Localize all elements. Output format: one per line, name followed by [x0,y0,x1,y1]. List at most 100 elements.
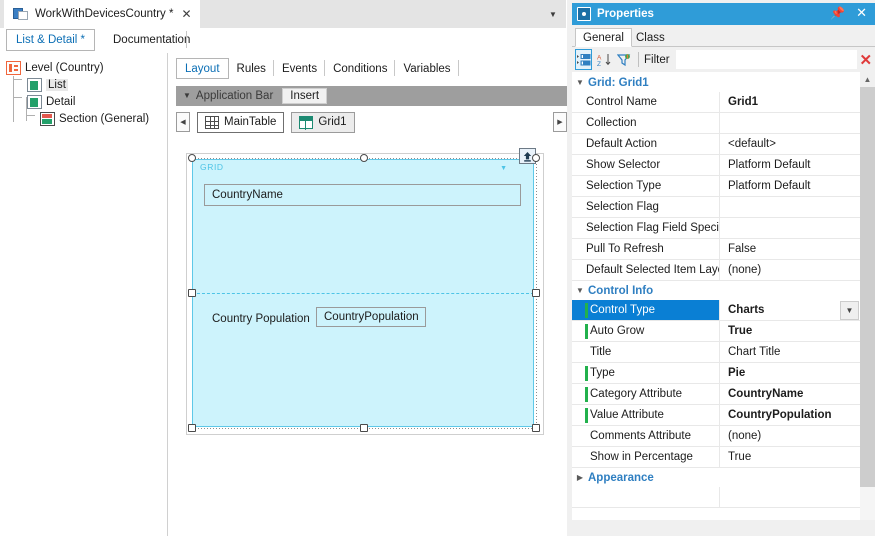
caret-right-icon[interactable]: ▶ [553,112,567,132]
property-name: Type [572,363,720,383]
field-countryname[interactable]: CountryName [204,184,521,206]
property-value[interactable]: Chart Title [720,342,860,362]
tab-variables[interactable]: Variables [395,58,459,79]
layout-editor: Layout Rules Events Conditions Variables… [167,53,567,536]
chevron-down-icon[interactable]: ▼ [572,286,588,295]
breadcrumb-item-maintable[interactable]: MainTable [197,111,285,133]
caret-left-icon[interactable]: ◀ [176,112,190,132]
tree-node-level[interactable]: Level (Country) [6,59,166,76]
resize-handle[interactable] [360,424,368,432]
field-label: CountryPopulation [324,311,419,323]
resize-handle[interactable] [532,154,540,162]
property-value[interactable]: Pie [720,363,860,383]
caret-down-icon[interactable]: ▼ [500,165,507,172]
property-row-control-type[interactable]: Control Type Charts ▼ [572,300,860,321]
property-value[interactable]: True [720,321,860,341]
property-value[interactable]: False [720,239,860,259]
resize-handle[interactable] [360,154,368,162]
tab-label: Rules [236,62,266,75]
tab-label: Events [281,62,318,75]
property-row[interactable]: Control Name Grid1 [572,92,860,113]
resize-handle[interactable] [188,424,196,432]
tab-general[interactable]: General [575,28,632,47]
tree-node-label: Level (Country) [25,61,104,74]
property-value[interactable]: True [720,447,860,467]
property-row[interactable]: Type Pie [572,363,860,384]
resize-handle[interactable] [188,289,196,297]
close-icon[interactable]: ✕ [181,8,191,20]
property-row[interactable]: Selection Type Platform Default [572,176,860,197]
tab-events[interactable]: Events [274,58,326,79]
chevron-down-icon[interactable]: ▼ [840,300,859,320]
chevron-down-icon[interactable]: ▼ [546,8,560,20]
tree-node-detail[interactable]: Detail [27,93,166,110]
property-group-label: Control Info [588,284,654,297]
property-group-header-appearance[interactable]: ▶ Appearance [572,468,860,487]
tree-node-list[interactable]: List [27,76,166,93]
property-row[interactable]: Selection Flag [572,197,860,218]
property-row[interactable]: Auto Grow True [572,321,860,342]
pin-icon[interactable]: 📌 [830,7,845,19]
chevron-up-icon[interactable]: ▲ [860,72,875,87]
resize-handle[interactable] [188,154,196,162]
divider [186,31,187,48]
property-row[interactable]: Category Attribute CountryName [572,384,860,405]
tree-node-section[interactable]: Section (General) [40,110,166,127]
tab-conditions[interactable]: Conditions [325,58,396,79]
property-row[interactable]: Collection [572,113,860,134]
property-value[interactable]: (none) [720,426,860,446]
property-value[interactable]: Platform Default [720,155,860,175]
property-value[interactable]: (none) [720,260,860,280]
property-row[interactable]: Selection Flag Field Specifie [572,218,860,239]
resize-handle[interactable] [532,424,540,432]
caret-down-icon[interactable]: ▼ [183,92,191,100]
property-value[interactable] [720,197,860,217]
tree-connector [26,115,35,116]
filter-input[interactable] [675,50,857,69]
chevron-right-icon[interactable]: ▶ [572,473,588,482]
categorized-view-icon[interactable] [575,49,593,70]
design-canvas[interactable]: GRID ▼ CountryName Country Population Co… [186,148,544,435]
property-value[interactable]: CountryPopulation [720,405,860,425]
document-area: WorkWithDevicesCountry * ✕ ▼ List & Deta… [0,0,567,536]
resize-handle[interactable] [532,289,540,297]
property-row[interactable]: Default Selected Item Layou (none) [572,260,860,281]
property-value[interactable] [720,113,860,133]
close-icon[interactable]: ✕ [856,6,867,19]
property-name: Auto Grow [572,321,720,341]
property-row[interactable]: Pull To Refresh False [572,239,860,260]
divider [638,52,639,67]
grid-control[interactable] [192,173,534,427]
document-tab[interactable]: WorkWithDevicesCountry * ✕ [4,0,200,28]
tab-list-and-detail[interactable]: List & Detail * [6,29,96,51]
property-row-placeholder [572,487,860,508]
tab-layout[interactable]: Layout [176,58,229,79]
property-row[interactable]: Default Action <default> [572,134,860,155]
sort-alpha-icon[interactable]: A Z [595,49,612,70]
property-group-header-grid[interactable]: ▼ Grid: Grid1 [572,73,860,92]
properties-scrollbar[interactable]: ▲ [860,72,875,520]
property-row[interactable]: Title Chart Title [572,342,860,363]
property-row[interactable]: Show in Percentage True [572,447,860,468]
property-value[interactable] [720,218,860,238]
chevron-down-icon[interactable]: ▼ [572,78,588,87]
scrollbar-thumb[interactable] [860,87,875,487]
property-value[interactable]: Charts ▼ [720,300,860,320]
tab-class[interactable]: Class [629,28,672,47]
close-icon[interactable]: ✕ [857,51,875,69]
insert-button[interactable]: Insert [282,88,328,104]
property-row[interactable]: Comments Attribute (none) [572,426,860,447]
property-value[interactable]: CountryName [720,384,860,404]
document-tab-strip: WorkWithDevicesCountry * ✕ ▼ [0,0,566,28]
breadcrumb-item-grid1[interactable]: Grid1 [291,111,355,133]
funnel-icon[interactable] [615,49,632,70]
property-row[interactable]: Value Attribute CountryPopulation [572,405,860,426]
property-value[interactable]: <default> [720,134,860,154]
field-countrypopulation[interactable]: CountryPopulation [316,307,426,327]
property-group-header-control-info[interactable]: ▼ Control Info [572,281,860,300]
application-bar-row[interactable]: ▼ Application Bar Insert [176,86,567,106]
property-row[interactable]: Show Selector Platform Default [572,155,860,176]
property-value[interactable]: Platform Default [720,176,860,196]
tab-rules[interactable]: Rules [229,58,274,79]
property-value[interactable]: Grid1 [720,92,860,112]
